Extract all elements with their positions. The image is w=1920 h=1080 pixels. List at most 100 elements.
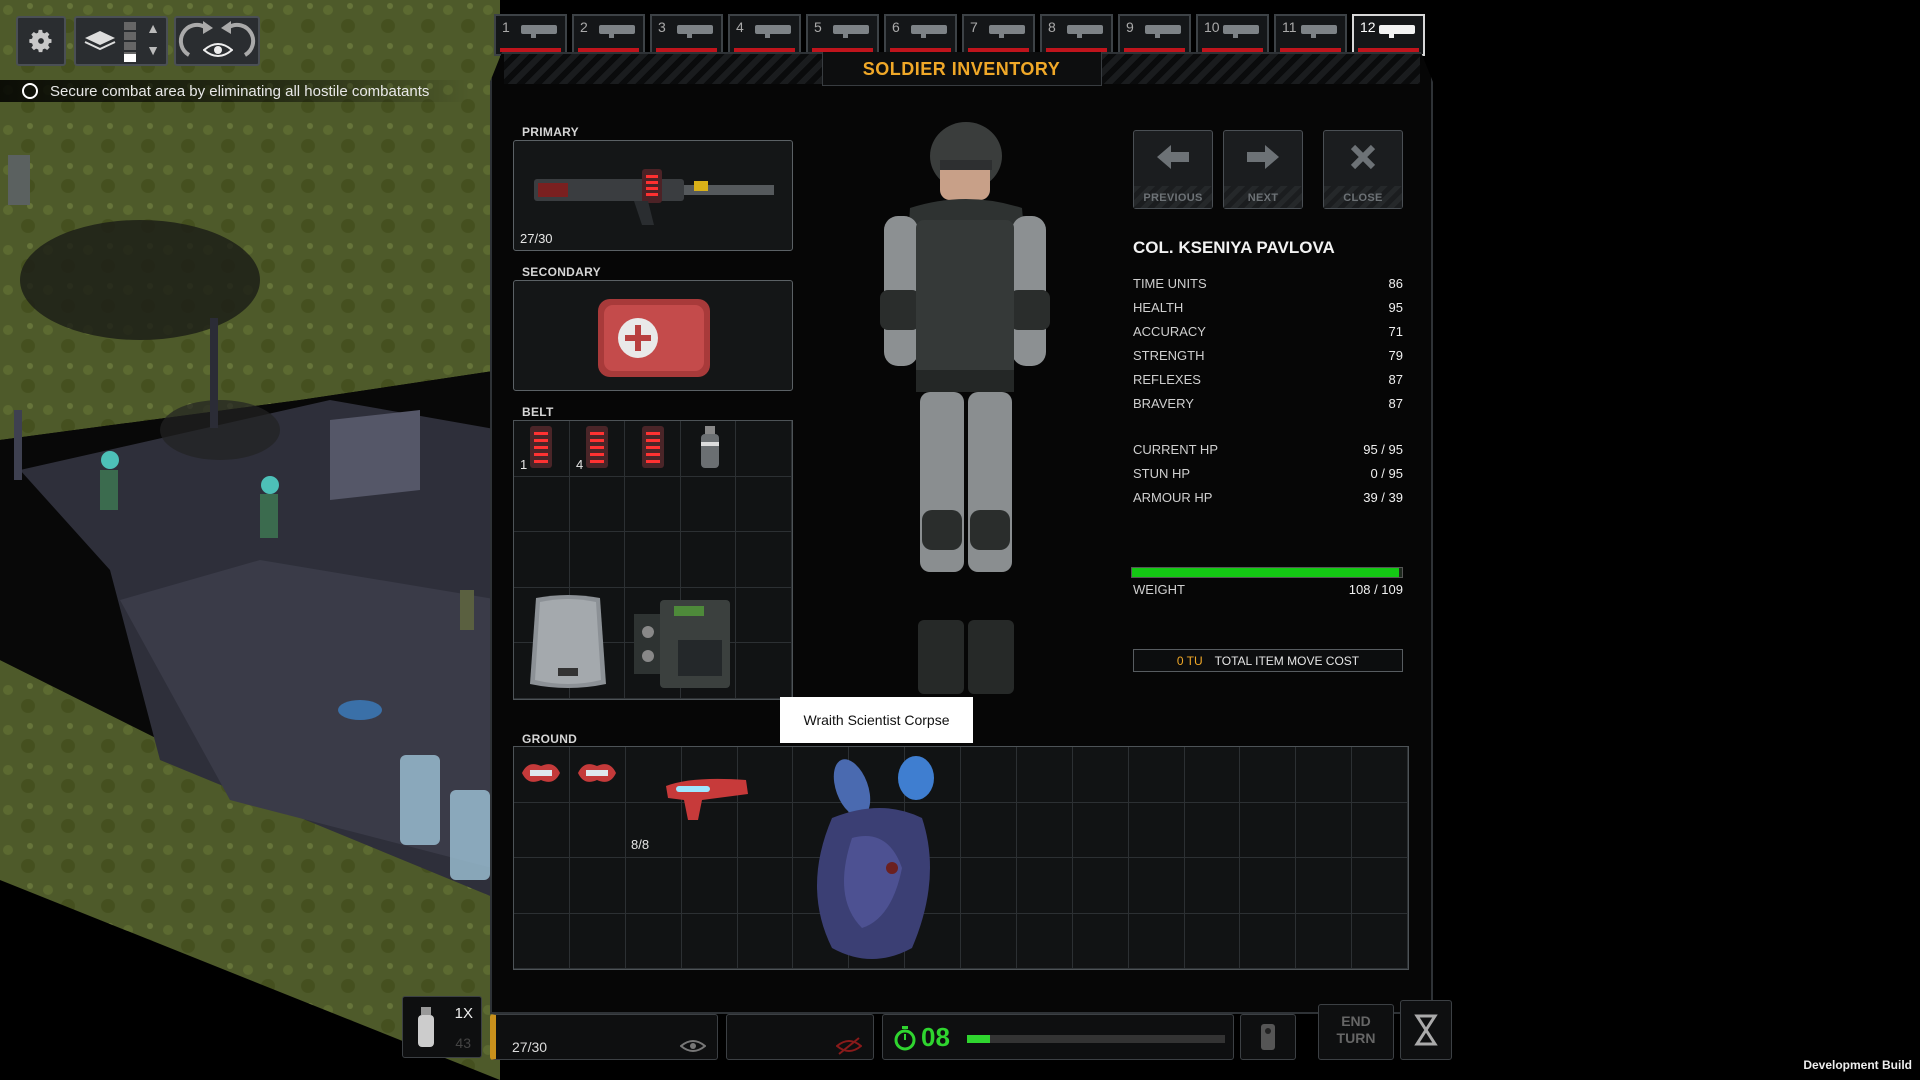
alien-pistol-icon[interactable] (662, 772, 754, 824)
grid-cell[interactable] (514, 913, 570, 969)
grid-cell[interactable] (1184, 913, 1241, 969)
rotate-camera-button[interactable] (174, 16, 260, 66)
grid-cell[interactable] (569, 858, 626, 914)
grid-cell[interactable] (1352, 747, 1408, 803)
grid-cell[interactable] (1184, 747, 1241, 803)
kneel-button[interactable] (1240, 1014, 1296, 1060)
alien-clip-icon[interactable] (574, 758, 620, 788)
ground-grid[interactable] (513, 746, 1409, 970)
level-up-button[interactable]: ▲ (142, 20, 164, 40)
grid-cell[interactable] (1072, 913, 1129, 969)
grid-cell[interactable] (569, 913, 626, 969)
grid-cell[interactable] (1296, 747, 1353, 803)
grid-cell[interactable] (961, 858, 1017, 914)
grid-cell[interactable] (1072, 858, 1129, 914)
soldier-tab-6[interactable]: 6 (884, 14, 957, 56)
primary-slot[interactable]: 27/30 (513, 140, 793, 251)
soldier-tab-9[interactable]: 9 (1118, 14, 1191, 56)
soldier-tab-7[interactable]: 7 (962, 14, 1035, 56)
alien-clip-icon[interactable] (518, 758, 564, 788)
secondary-slot[interactable] (513, 280, 793, 391)
soldier-tab-11[interactable]: 11 (1274, 14, 1347, 56)
grid-cell[interactable] (736, 643, 792, 699)
grid-cell[interactable] (736, 476, 792, 533)
grid-cell[interactable] (1240, 747, 1297, 803)
grid-cell[interactable] (1072, 747, 1129, 803)
previous-soldier-button[interactable]: PREVIOUS (1133, 130, 1213, 209)
grid-cell[interactable] (625, 476, 681, 533)
grid-cell[interactable] (1128, 802, 1185, 858)
grid-cell[interactable] (680, 532, 737, 588)
grid-cell[interactable] (1240, 858, 1297, 914)
grid-cell[interactable] (1240, 913, 1297, 969)
wraith-scientist-corpse-icon[interactable] (792, 748, 952, 970)
grid-cell[interactable] (569, 802, 626, 858)
grid-cell[interactable] (736, 587, 792, 644)
soldier-tab-5[interactable]: 5 (806, 14, 879, 56)
next-soldier-button[interactable]: NEXT (1223, 130, 1303, 209)
grid-cell[interactable] (1128, 747, 1185, 803)
soldier-tab-8[interactable]: 8 (1040, 14, 1113, 56)
grid-cell[interactable] (569, 476, 626, 533)
grid-cell[interactable] (625, 858, 682, 914)
grenade-icon[interactable] (697, 424, 723, 472)
soldier-tab-10[interactable]: 10 (1196, 14, 1269, 56)
assault-rifle-icon[interactable] (524, 159, 784, 229)
grid-cell[interactable] (1184, 802, 1241, 858)
grid-cell[interactable] (680, 476, 737, 533)
rifle-clip-icon[interactable] (640, 424, 666, 470)
grid-cell[interactable] (1352, 913, 1408, 969)
grid-cell[interactable] (514, 858, 570, 914)
grid-cell[interactable] (961, 802, 1017, 858)
motion-scanner-icon[interactable] (630, 594, 734, 694)
soldier-tab-12[interactable]: 12 (1352, 14, 1425, 56)
grid-cell[interactable] (1352, 858, 1408, 914)
grid-cell[interactable] (681, 858, 738, 914)
grid-cell[interactable] (1184, 858, 1241, 914)
weapon-quickslot[interactable]: 27/30 (490, 1014, 718, 1060)
grid-cell[interactable] (1016, 913, 1073, 969)
eye-icon[interactable] (679, 1037, 707, 1055)
grid-cell[interactable] (1352, 802, 1408, 858)
medikit-icon[interactable] (594, 293, 714, 381)
end-turn-button[interactable]: END TURN (1318, 1004, 1394, 1060)
grid-cell[interactable] (514, 476, 570, 533)
level-layers-button[interactable]: ▲ ▼ (74, 16, 168, 66)
rifle-clip-icon[interactable] (584, 424, 610, 470)
grid-cell[interactable] (737, 858, 794, 914)
grid-cell[interactable] (961, 747, 1017, 803)
grid-cell[interactable] (1072, 802, 1129, 858)
grid-cell[interactable] (681, 913, 738, 969)
grid-cell[interactable] (625, 913, 682, 969)
soldier-tab-4[interactable]: 4 (728, 14, 801, 56)
grid-cell[interactable] (514, 802, 570, 858)
soldier-tab-3[interactable]: 3 (650, 14, 723, 56)
level-down-button[interactable]: ▼ (142, 42, 164, 62)
grid-cell[interactable] (569, 532, 626, 588)
grid-cell[interactable] (1240, 802, 1297, 858)
grid-cell[interactable] (1016, 747, 1073, 803)
soldier-tab-1[interactable]: 1 (494, 14, 567, 56)
grid-cell[interactable] (625, 532, 681, 588)
reserve-tu-button[interactable] (1400, 1000, 1452, 1060)
grid-cell[interactable] (736, 421, 792, 477)
settings-button[interactable] (16, 16, 66, 66)
close-inventory-button[interactable]: CLOSE (1323, 130, 1403, 209)
grid-cell[interactable] (1296, 913, 1353, 969)
grid-cell[interactable] (514, 532, 570, 588)
grid-cell[interactable] (736, 532, 792, 588)
eye-icon[interactable] (200, 38, 236, 62)
secondary-quickslot[interactable] (726, 1014, 874, 1060)
grid-cell[interactable] (1128, 858, 1185, 914)
grid-cell[interactable] (1296, 802, 1353, 858)
grenade-quickslot[interactable]: 1X 43 (402, 996, 482, 1058)
grid-cell[interactable] (961, 913, 1017, 969)
grid-cell[interactable] (1016, 858, 1073, 914)
rifle-clip-icon[interactable] (528, 424, 554, 470)
soldier-tab-2[interactable]: 2 (572, 14, 645, 56)
armour-plate-icon[interactable] (526, 594, 610, 694)
grid-cell[interactable] (737, 913, 794, 969)
grid-cell[interactable] (1016, 802, 1073, 858)
grid-cell[interactable] (1296, 858, 1353, 914)
grid-cell[interactable] (1128, 913, 1185, 969)
